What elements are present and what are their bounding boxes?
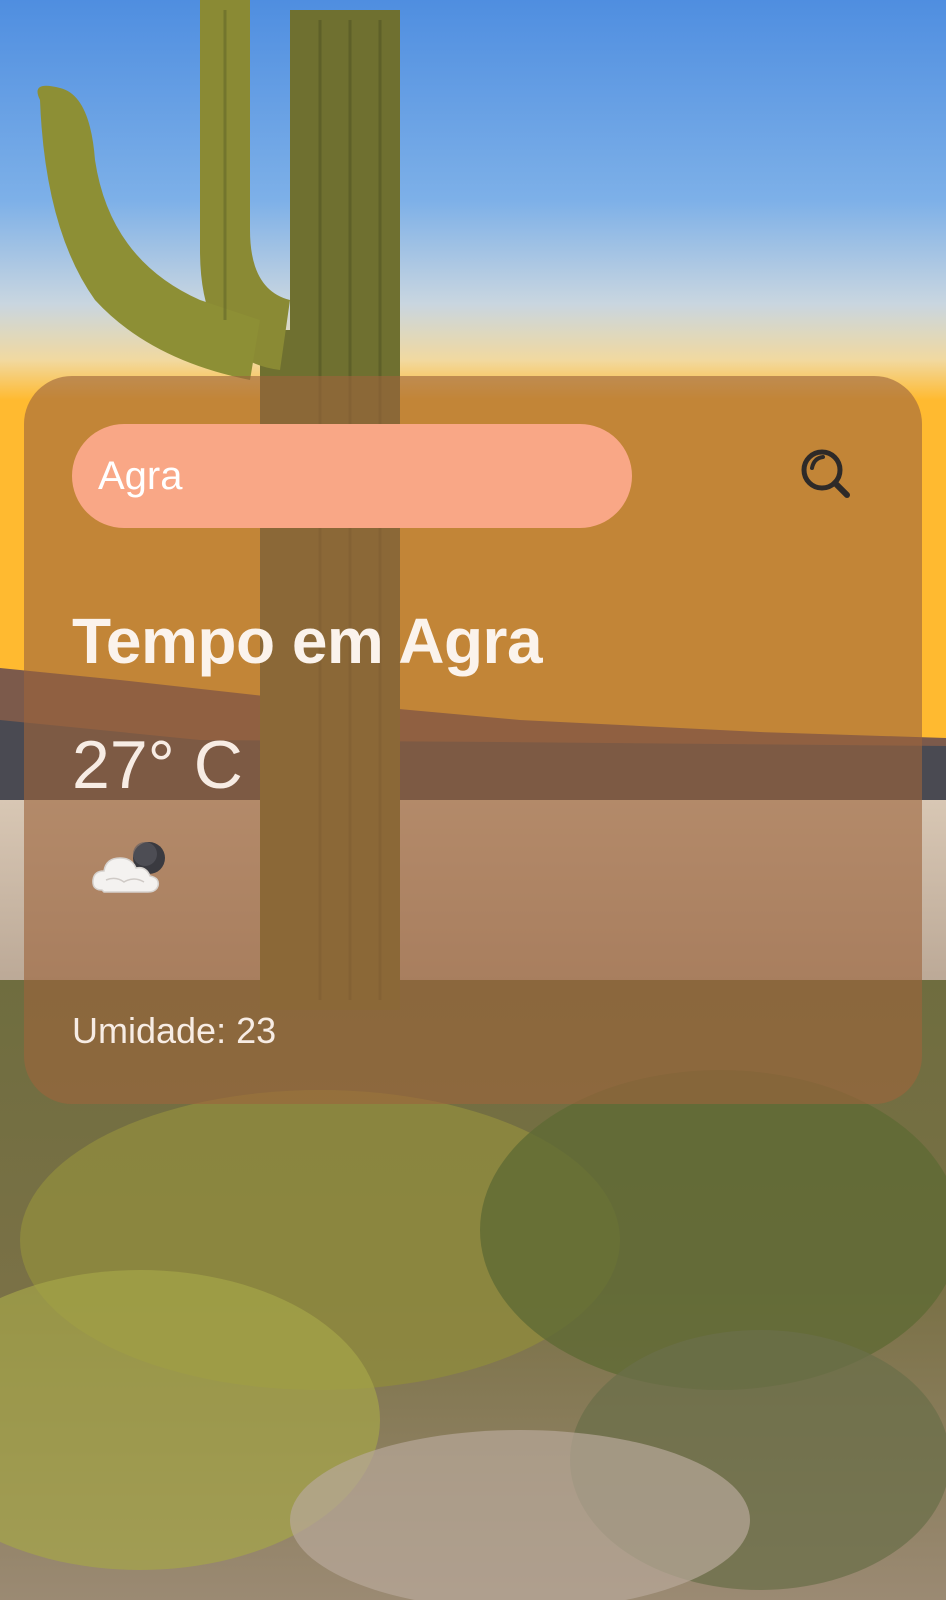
temperature: 27° C — [72, 727, 243, 803]
search-button[interactable] — [794, 444, 858, 508]
search-icon[interactable] — [798, 446, 854, 507]
search-input[interactable] — [98, 453, 632, 499]
search-bar[interactable] — [72, 424, 632, 528]
humidity-label: Umidade: 23 — [72, 1010, 277, 1051]
city-title: Tempo em Agra — [72, 605, 543, 677]
weather-card: Tempo em Agra 27° C Umidade: 23 — [24, 376, 922, 1104]
cloud-night-icon — [90, 836, 174, 900]
